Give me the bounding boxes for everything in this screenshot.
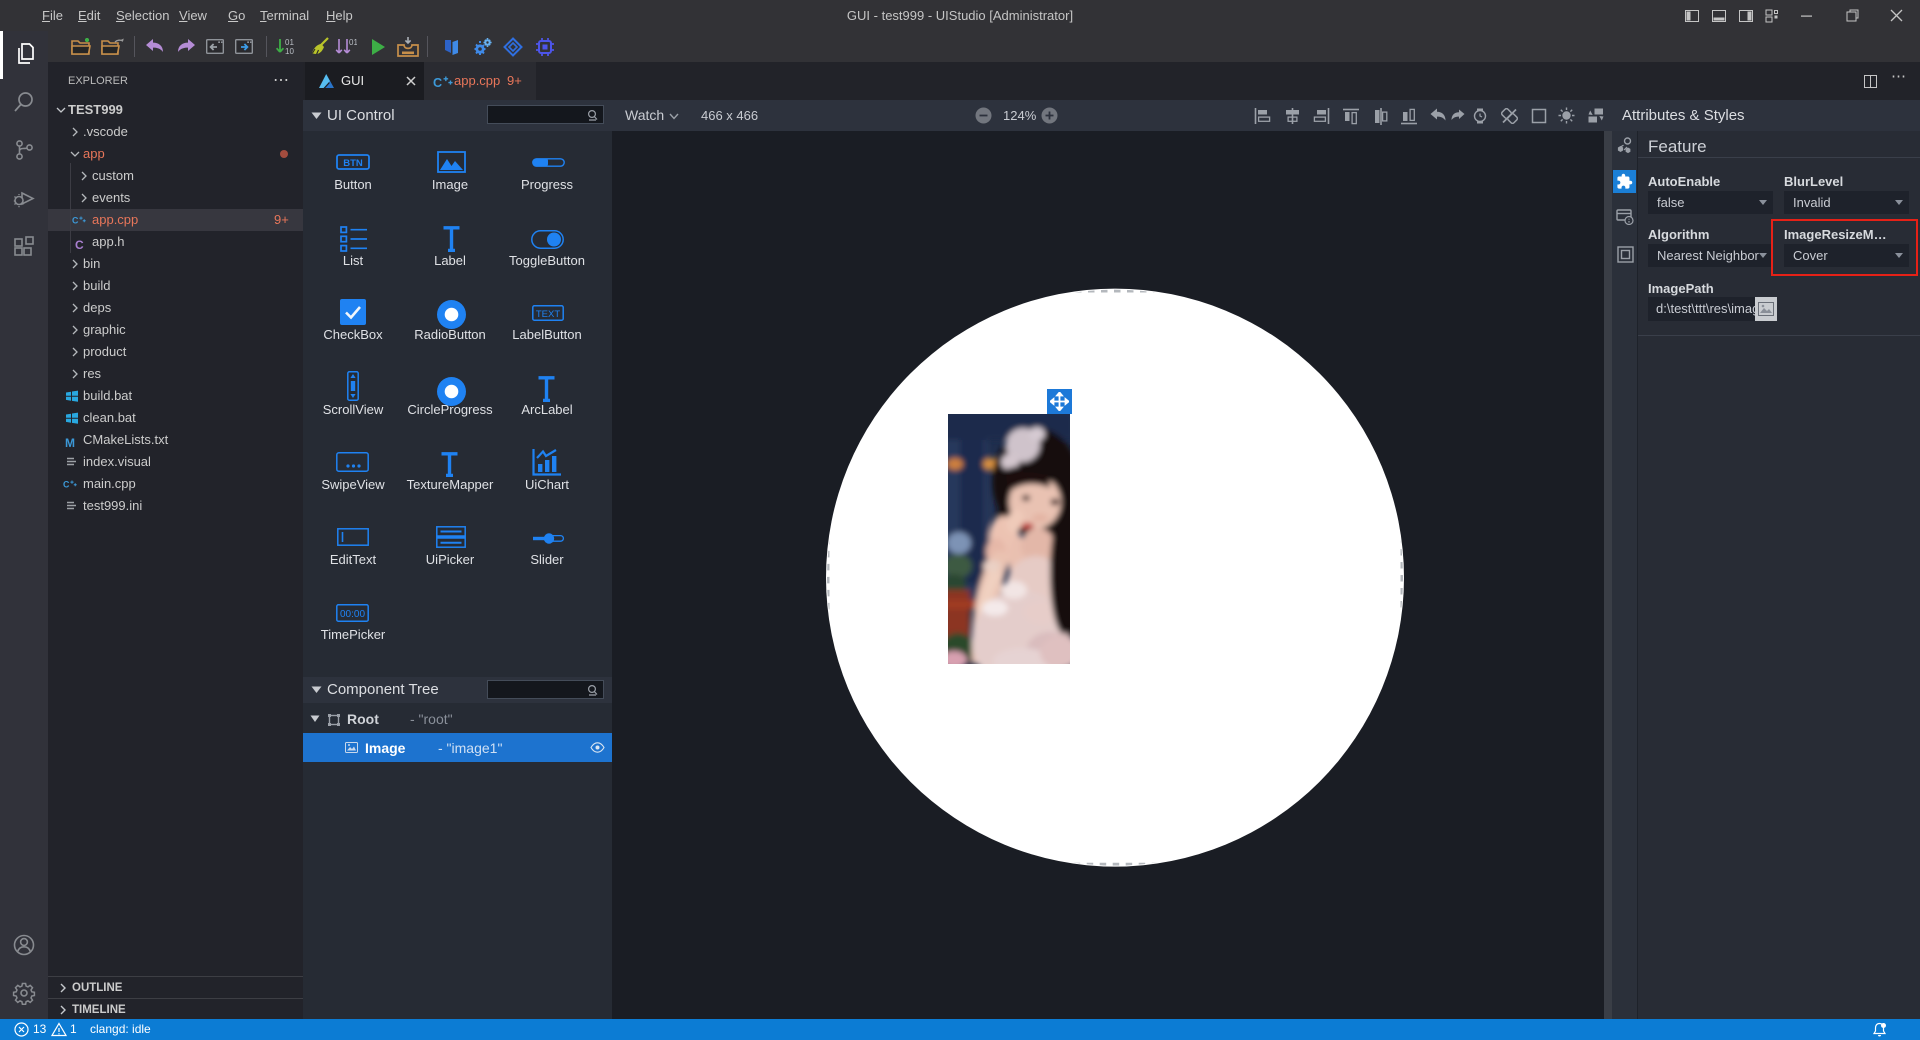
svg-text:C: C [72, 216, 79, 226]
svg-text:00:00: 00:00 [340, 609, 365, 620]
svg-text:C: C [63, 480, 70, 490]
svg-text:BTN: BTN [343, 158, 363, 169]
svg-text:10: 10 [285, 47, 294, 56]
svg-text:TEXT: TEXT [536, 309, 560, 320]
svg-text:C: C [433, 76, 442, 89]
svg-text:01: 01 [285, 38, 294, 47]
svg-text:01: 01 [349, 38, 357, 47]
